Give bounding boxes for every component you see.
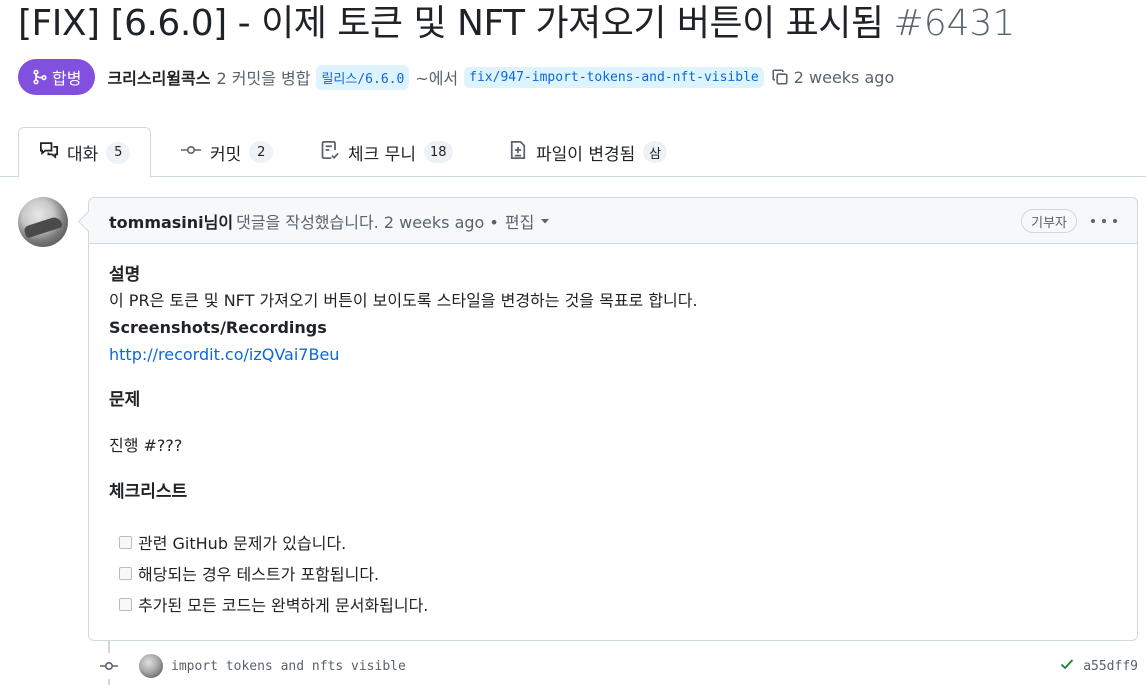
- checklist-item: 해당되는 경우 테스트가 포함됩니다.: [119, 561, 379, 585]
- heading-description: 설명: [109, 265, 141, 285]
- checklist-item: 추가된 모든 코드는 완벽하게 문서화됩니다.: [119, 592, 428, 616]
- tab-count: 2: [249, 141, 274, 163]
- state-label: 합병: [52, 69, 82, 88]
- pr-number: #6431: [893, 3, 1016, 44]
- comment-author-link[interactable]: tommasini님이: [109, 209, 233, 233]
- pr-title-row: [FIX] [6.6.0] - 이제 토큰 및 NFT 가져오기 버튼이 표시됨…: [18, 2, 1015, 46]
- tab-files-changed[interactable]: 파일이 변경됨 삼: [488, 127, 687, 177]
- description-text: 이 PR은 토큰 및 NFT 가져오기 버튼이 보이도록 스타일을 변경하는 것…: [109, 291, 698, 310]
- comment-box: tommasini님이 댓글을 작성했습니다. 2 weeks ago • 편집…: [88, 197, 1138, 641]
- tab-label: 대화: [67, 145, 99, 165]
- pr-author-link[interactable]: 크리스리윌콕스: [107, 65, 210, 89]
- merged-state-badge: 합병: [18, 59, 96, 95]
- tab-label: 파일이 변경됨: [536, 144, 636, 165]
- check-icon[interactable]: [1059, 656, 1075, 676]
- tab-commits[interactable]: 커밋 2: [160, 127, 293, 177]
- comment-header: tommasini님이 댓글을 작성했습니다. 2 weeks ago • 편집…: [89, 198, 1137, 244]
- file-diff-icon: [508, 140, 528, 165]
- tab-conversation[interactable]: 대화 5: [18, 127, 152, 178]
- screenshots-label: Screenshots/Recordings: [109, 318, 327, 337]
- checklist-item-text: 관련 GitHub 문제가 있습니다.: [138, 534, 347, 553]
- git-commit-icon: [180, 142, 202, 163]
- tab-label: 체크 무니: [348, 144, 416, 165]
- commenter-avatar[interactable]: [18, 197, 68, 247]
- merge-text: 2 커밋을 병합: [216, 69, 311, 88]
- caret-down-icon: [540, 211, 550, 230]
- tab-count: 5: [106, 141, 131, 164]
- task-checkbox[interactable]: [119, 535, 132, 549]
- checklist-item-text: 추가된 모든 코드는 완벽하게 문서화됩니다.: [138, 596, 429, 615]
- comment-discussion-icon: [39, 140, 59, 165]
- tab-label: 커밋: [210, 144, 242, 165]
- pr-meta: 합병 크리스리윌콕스 2 커밋을 병합 릴리스/6.6.0 ~에서 fix/94…: [18, 58, 894, 96]
- tab-checks[interactable]: 체크 무니 18: [300, 127, 473, 177]
- kebab-horizontal-icon[interactable]: [1091, 211, 1117, 231]
- pr-time: 2 weeks ago: [793, 67, 895, 87]
- head-branch[interactable]: fix/947-import-tokens-and-nft-visible: [464, 66, 764, 88]
- commit-message-link[interactable]: import tokens and nfts visible: [171, 659, 406, 674]
- checklist-icon: [320, 140, 340, 165]
- task-checkbox[interactable]: [119, 566, 132, 580]
- tab-count: 삼: [643, 141, 668, 163]
- git-merge-icon: [32, 69, 48, 85]
- pr-title: [FIX] [6.6.0] - 이제 토큰 및 NFT 가져오기 버튼이 표시됨: [18, 3, 884, 44]
- base-branch[interactable]: 릴리스/6.6.0: [316, 64, 410, 90]
- timeline-commit: import tokens and nfts visible a55dff9: [96, 652, 1142, 680]
- edit-history-dropdown[interactable]: 편집: [505, 209, 550, 233]
- tab-count: 18: [423, 141, 453, 163]
- copy-icon[interactable]: [768, 65, 792, 89]
- git-commit-icon: [96, 653, 122, 679]
- recording-link[interactable]: http://recordit.co/izQVai7Beu: [109, 344, 339, 366]
- issue-text: 진행 #???: [109, 436, 183, 455]
- pr-tabs: 대화 5 커밋 2 체크 무니 18 파일이 변경됨 삼: [0, 127, 1146, 178]
- commit-sha-link[interactable]: a55dff9: [1083, 659, 1138, 674]
- edit-label: 편집: [504, 212, 535, 232]
- checklist-item-text: 해당되는 경우 테스트가 포함됩니다.: [138, 565, 380, 584]
- commit-author-avatar[interactable]: [139, 654, 163, 678]
- heading-checklist: 체크리스트: [109, 482, 188, 502]
- commit-status: a55dff9: [1059, 652, 1138, 680]
- checklist-item: 관련 GitHub 문제가 있습니다.: [119, 530, 346, 554]
- comment-action-text: 댓글을 작성했습니다. 2 weeks ago •: [236, 212, 499, 232]
- contributor-badge: 기부자: [1021, 209, 1077, 233]
- task-checkbox[interactable]: [119, 597, 132, 611]
- from-text: ~에서: [415, 69, 459, 88]
- heading-issue: 문제: [109, 390, 141, 410]
